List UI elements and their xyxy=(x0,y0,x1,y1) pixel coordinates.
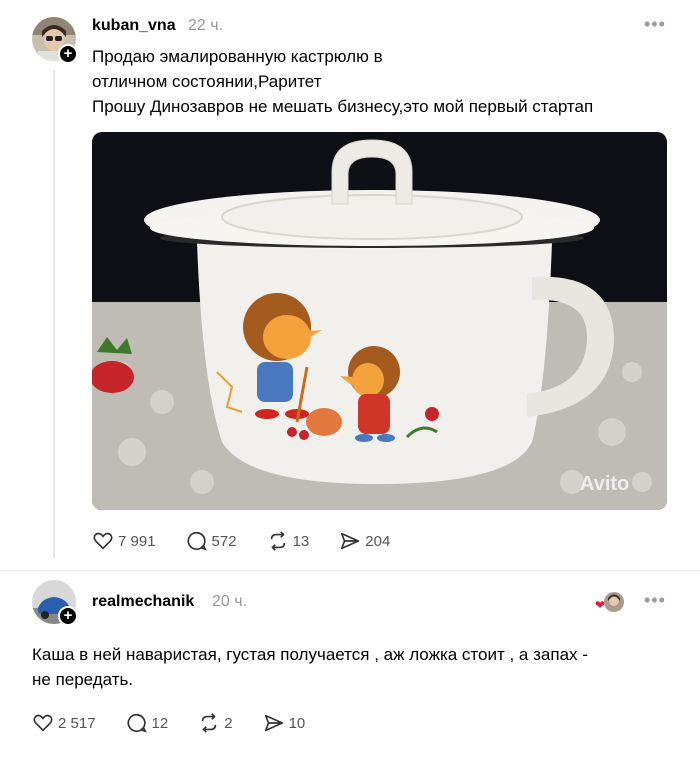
post-time[interactable]: 22 ч. xyxy=(188,17,223,35)
more-options-icon[interactable]: ••• xyxy=(644,14,666,35)
share-count: 204 xyxy=(365,532,391,550)
send-icon xyxy=(264,714,283,732)
repost-count: 2 xyxy=(224,714,233,732)
reply-text-line: Каша в ней наваристая, густая получается… xyxy=(32,645,588,664)
repost-button[interactable]: 13 xyxy=(267,530,310,552)
post-text-line: Прошу Динозавров не мешать бизнесу,это м… xyxy=(92,97,594,116)
post-text: Продаю эмалированную кастрюлю в отличном… xyxy=(92,44,593,119)
repost-icon xyxy=(201,713,217,733)
post-actions: 7 991 572 13 204 xyxy=(92,530,420,552)
username[interactable]: realmechanik xyxy=(92,593,194,611)
follow-plus-icon[interactable]: + xyxy=(58,606,78,626)
share-button[interactable]: 10 xyxy=(263,712,306,734)
comment-icon xyxy=(187,531,207,551)
share-count: 10 xyxy=(288,714,306,732)
heart-icon xyxy=(93,532,113,550)
username[interactable]: kuban_vna xyxy=(92,17,176,35)
like-count: 7 991 xyxy=(118,532,156,550)
reply-actions: 2 517 12 2 10 xyxy=(32,712,335,734)
post-image[interactable]: Avito xyxy=(92,132,667,510)
liker-avatar[interactable] xyxy=(604,592,624,612)
post-time[interactable]: 20 ч. xyxy=(212,593,247,611)
post-text-line: Продаю эмалированную кастрюлю в xyxy=(92,47,383,66)
repost-icon xyxy=(270,531,285,551)
comment-count: 572 xyxy=(211,532,237,550)
share-button[interactable]: 204 xyxy=(339,530,390,552)
repost-count: 13 xyxy=(292,532,310,550)
follow-plus-icon[interactable]: + xyxy=(58,44,78,64)
like-button[interactable]: 2 517 xyxy=(32,712,96,734)
comment-button[interactable]: 12 xyxy=(126,712,169,734)
repost-button[interactable]: 2 xyxy=(198,712,233,734)
more-options-icon[interactable]: ••• xyxy=(644,590,666,611)
comment-count: 12 xyxy=(151,714,169,732)
reply-text: Каша в ней наваристая, густая получается… xyxy=(32,642,588,692)
like-count: 2 517 xyxy=(58,714,96,732)
post-kuban-vna: + kuban_vna 22 ч. ••• Продаю эмалированн… xyxy=(0,0,700,570)
post-text-line: отличном состоянии,Раритет xyxy=(92,72,322,91)
heart-icon xyxy=(33,714,53,732)
send-icon xyxy=(341,532,360,550)
watermark-text: Avito xyxy=(580,473,629,495)
comment-icon xyxy=(127,713,147,733)
like-button[interactable]: 7 991 xyxy=(92,530,156,552)
thread-line xyxy=(53,70,55,558)
post-realmechanik: + realmechanik 20 ч. ❤ ••• Каша в ней на… xyxy=(0,571,700,760)
reply-text-line: не передать. xyxy=(32,670,134,689)
comment-button[interactable]: 572 xyxy=(186,530,237,552)
